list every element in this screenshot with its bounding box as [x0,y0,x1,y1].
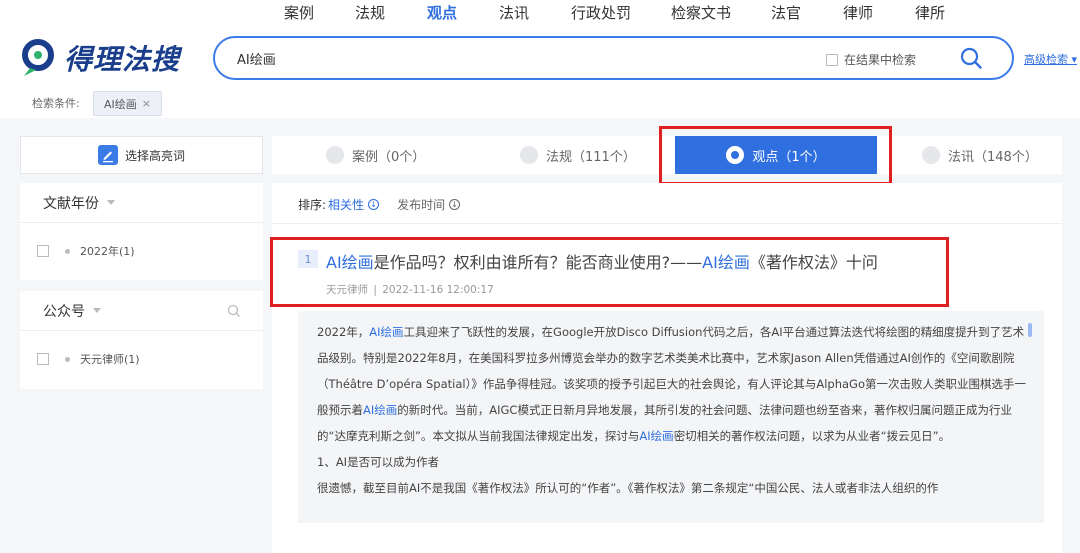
tab-label: 法讯（148个） [948,149,1038,165]
bullet-icon [65,248,70,254]
tab-news[interactable]: 法讯（148个） [922,136,1038,174]
abstract-text-run: 密切相关的著作权法问题，以求为从业者“拨云见日”。 [673,429,951,443]
tab-cases[interactable]: 案例（0个） [326,136,425,174]
radio-icon [520,146,538,164]
advanced-search-link[interactable]: 高级检索 ▾ [1024,51,1077,67]
scrollbar[interactable] [1028,323,1032,337]
abstract-text-run: 2022年， [317,325,370,339]
sort-relevance[interactable]: 相关性 ↓ [328,196,380,213]
nav-item-penalties[interactable]: 行政处罚 [571,2,631,23]
wechat-filter-header[interactable]: 公众号 [20,291,263,331]
select-highlight-button[interactable]: 选择高亮词 [20,136,263,174]
abstract-heading: 1、AI是否可以成为作者 [317,455,440,469]
year-filter-title: 文献年份 [43,195,99,212]
search-in-results-checkbox[interactable] [826,53,838,66]
wechat-item-checkbox[interactable] [37,353,49,365]
nav-item-news[interactable]: 法讯 [499,2,529,23]
caret-down-icon [107,200,115,205]
nav-item-firms[interactable]: 律所 [915,2,945,23]
abstract-paragraph: 很遗憾，截至目前AI不是我国《著作权法》所认可的“作者”。《著作权法》第二条规定… [317,481,939,495]
sort-relevance-label: 相关性 [328,198,365,212]
year-filter-item[interactable]: 2022年(1) [20,223,263,279]
radio-icon [922,146,940,164]
search-icon[interactable] [960,47,982,69]
search-input[interactable] [237,48,797,68]
search-conditions-label: 检索条件: [32,97,80,110]
close-icon[interactable]: × [142,97,151,110]
logo[interactable]: 得理法搜 [20,38,180,78]
annotation-highlight-box [659,126,892,185]
nav-item-cases[interactable]: 案例 [284,2,314,23]
year-filter-header[interactable]: 文献年份 [20,183,263,223]
year-item-label: 2022年(1) [80,245,135,258]
abstract-paragraph: 2022年，AI绘画工具迎来了飞跃性的发展，在Google开放Disco Dif… [317,319,1027,449]
top-bar: 案例 法规 观点 法讯 行政处罚 检察文书 法官 律师 律所 得理法搜 在结果中… [0,0,1080,118]
search-bar: 在结果中检索 [213,36,1014,80]
nav-item-opinions[interactable]: 观点 [427,2,457,23]
logo-text: 得理法搜 [64,43,181,76]
condition-tag-label: AI绘画 [104,97,137,111]
result-abstract: 2022年，AI绘画工具迎来了飞跃性的发展，在Google开放Disco Dif… [298,311,1044,523]
year-item-checkbox[interactable] [37,245,49,257]
nav-item-laws[interactable]: 法规 [355,2,385,23]
sort-date[interactable]: 发布时间 ↓ [397,196,461,213]
bullet-icon [65,356,70,362]
search-in-results[interactable]: 在结果中检索 [826,51,916,68]
nav-item-procuratorate[interactable]: 检察文书 [671,2,731,23]
sort-bar: 排序: 相关性 ↓ 发布时间 ↓ [298,196,461,213]
nav-item-judges[interactable]: 法官 [771,2,801,23]
search-in-results-label: 在结果中检索 [844,53,917,67]
wechat-filter-title: 公众号 [43,303,85,320]
condition-tag: AI绘画 × [93,91,162,116]
abstract-highlight: AI绘画 [369,325,404,339]
select-highlight-label: 选择高亮词 [124,148,185,163]
wechat-filter: 公众号 天元律师(1) [20,291,263,389]
radio-icon [326,146,344,164]
tab-label: 法规（111个） [546,149,636,165]
sort-date-label: 发布时间 [397,198,446,212]
annotation-highlight-box [270,237,949,307]
search-icon[interactable] [227,304,241,318]
edit-icon [97,145,118,165]
abstract-text: 2022年，AI绘画工具迎来了飞跃性的发展，在Google开放Disco Dif… [317,319,1027,501]
logo-icon [20,38,58,78]
wechat-filter-item[interactable]: 天元律师(1) [20,331,263,387]
wechat-item-label: 天元律师(1) [80,353,140,366]
abstract-highlight: AI绘画 [639,429,674,443]
arrow-down-icon: ↓ [368,199,380,210]
arrow-down-icon: ↓ [449,199,461,210]
year-filter: 文献年份 2022年(1) [20,183,263,280]
tab-laws[interactable]: 法规（111个） [520,136,636,174]
nav-item-lawyers[interactable]: 律师 [843,2,873,23]
tab-label: 案例（0个） [352,149,426,165]
sort-label: 排序: [298,198,327,212]
abstract-highlight: AI绘画 [363,403,398,417]
caret-down-icon [93,308,101,313]
main-nav: 案例 法规 观点 法讯 行政处罚 检察文书 法官 律师 律所 [0,2,1080,24]
divider [272,223,1062,224]
